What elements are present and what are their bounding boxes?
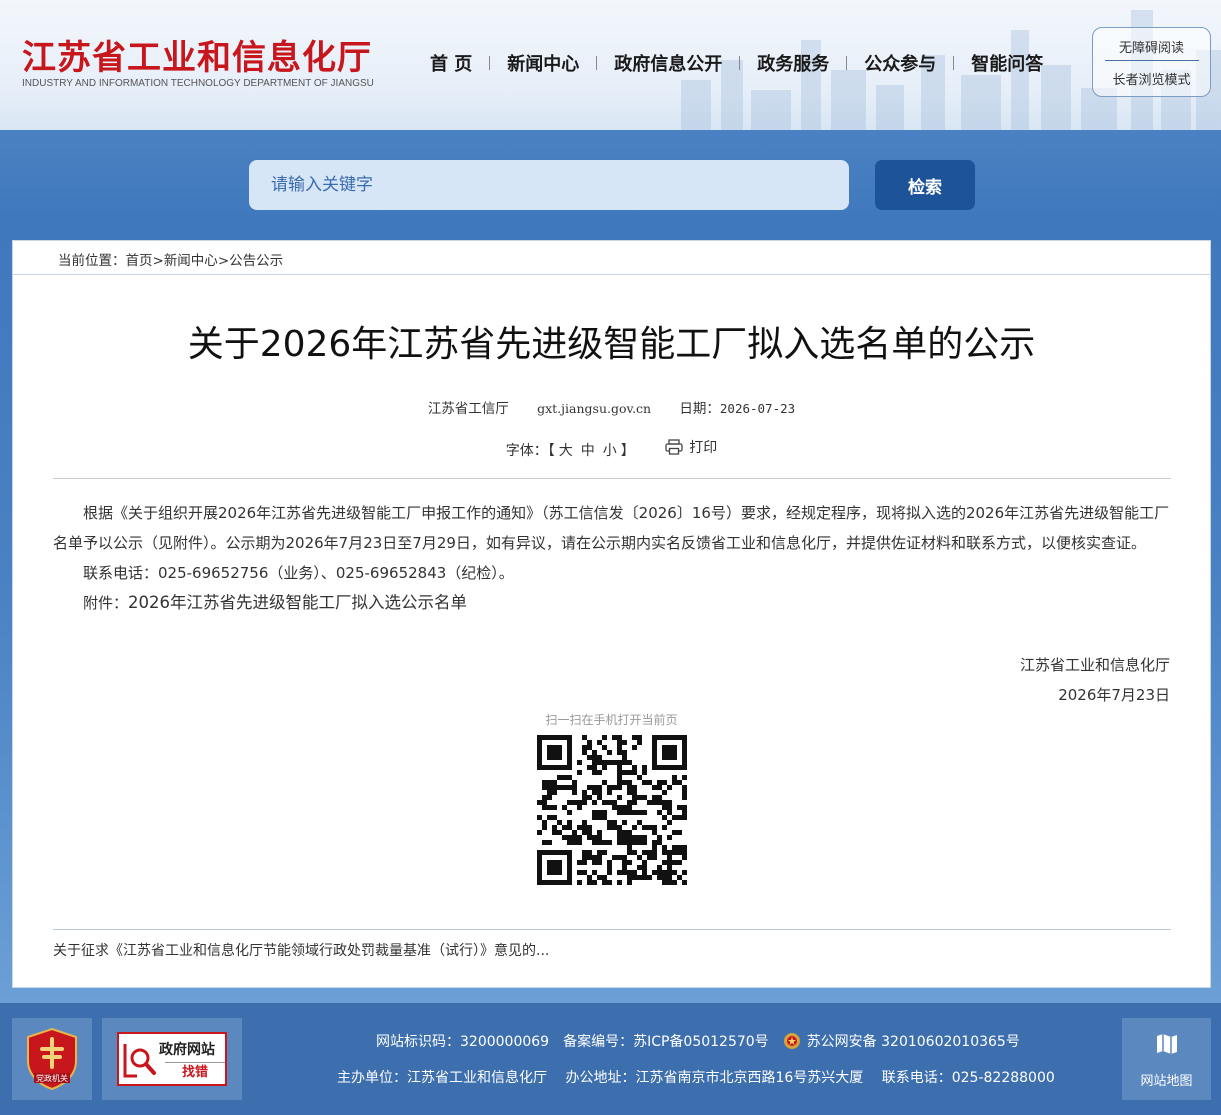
- nav-services[interactable]: 政务服务: [740, 50, 846, 76]
- breadcrumb-home[interactable]: 首页: [126, 253, 153, 269]
- site-footer: 党政机关 政府网站 找错 网站标识码：3200000069 备案编号：苏ICP备…: [0, 1003, 1221, 1115]
- signature-date: 2026年7月23日: [1058, 686, 1170, 704]
- sitemap-button[interactable]: 网站地图: [1122, 1018, 1211, 1100]
- elder-mode-button[interactable]: 长者浏览模式: [1093, 69, 1210, 88]
- article-site: gxt.jiangsu.gov.cn: [537, 401, 652, 416]
- font-size-medium[interactable]: 中: [581, 443, 595, 459]
- printer-icon: [665, 439, 683, 455]
- sitemap-label: 网站地图: [1140, 1074, 1193, 1089]
- party-gov-emblem-icon: 党政机关: [27, 1027, 77, 1091]
- breadcrumb-divider: [13, 274, 1210, 275]
- site-header: 江苏省工业和信息化厅 INDUSTRY AND INFORMATION TECH…: [0, 0, 1221, 130]
- article-source: 江苏省工信厅: [427, 401, 509, 417]
- police-badge-icon: [783, 1033, 800, 1049]
- accessibility-box: 无障碍阅读 长者浏览模式: [1092, 27, 1211, 97]
- related-article-link[interactable]: 关于征求《江苏省工业和信息化厅节能领域行政处罚裁量基准（试行）》意见的...: [53, 940, 549, 960]
- article-meta: 江苏省工信厅 gxt.jiangsu.gov.cn 日期：2026-07-23: [13, 397, 1210, 417]
- site-logo-title[interactable]: 江苏省工业和信息化厅: [22, 30, 372, 79]
- find-error-button[interactable]: 政府网站 找错: [117, 1032, 227, 1086]
- accessibility-divider: [1105, 60, 1199, 61]
- qr-caption: 扫一扫在手机打开当前页: [545, 713, 678, 727]
- site-id: 网站标识码：3200000069: [376, 1034, 550, 1050]
- signature-org: 江苏省工业和信息化厅: [1019, 656, 1170, 674]
- article-tools: 字体：【大中小】 打印: [13, 437, 1210, 460]
- font-size-label: 字体：【: [505, 443, 555, 459]
- print-button[interactable]: 打印: [665, 437, 717, 457]
- attachment-link[interactable]: 2026年江苏省先进级智能工厂拟入选公示名单: [128, 593, 467, 612]
- icp-record[interactable]: 备案编号：苏ICP备05012570号: [563, 1031, 769, 1051]
- related-divider: [53, 929, 1171, 930]
- nav-gov-info[interactable]: 政府信息公开: [597, 50, 739, 76]
- attachment-line: 附件：2026年江苏省先进级智能工厂拟入选公示名单: [53, 588, 1173, 618]
- find-error-badge[interactable]: 政府网站 找错: [102, 1018, 242, 1100]
- article-body: 根据《关于组织开展2026年江苏省先进级智能工厂申报工作的通知》（苏工信信发〔2…: [53, 498, 1173, 618]
- article-paragraph: 根据《关于组织开展2026年江苏省先进级智能工厂申报工作的通知》（苏工信信发〔2…: [53, 504, 1170, 552]
- svg-text:党政机关: 党政机关: [36, 1073, 68, 1083]
- find-error-title: 政府网站: [159, 1042, 215, 1058]
- print-label: 打印: [689, 440, 718, 456]
- footer-host: 主办单位：江苏省工业和信息化厅: [337, 1070, 547, 1086]
- police-record[interactable]: 苏公网安备 32010602010365号: [807, 1031, 1020, 1051]
- breadcrumb-prefix: 当前位置：: [58, 253, 126, 269]
- breadcrumb-notices[interactable]: 公告公示: [229, 253, 283, 269]
- search-input[interactable]: [249, 160, 849, 210]
- nav-smart-qa[interactable]: 智能问答: [954, 50, 1060, 76]
- main-nav: 首 页 新闻中心 政府信息公开 政务服务 公众参与 智能问答: [413, 50, 1060, 76]
- article-panel: 当前位置：首页>新闻中心>公告公示 关于2026年江苏省先进级智能工厂拟入选名单…: [12, 240, 1211, 988]
- footer-info-line: 主办单位：江苏省工业和信息化厅 办公地址：江苏省南京市北京西路16号苏兴大厦 联…: [337, 1067, 1069, 1087]
- site-logo-subtitle: INDUSTRY AND INFORMATION TECHNOLOGY DEPA…: [22, 78, 374, 89]
- article-title: 关于2026年江苏省先进级智能工厂拟入选名单的公示: [187, 324, 1036, 365]
- accessible-reading-button[interactable]: 无障碍阅读: [1093, 37, 1210, 56]
- article-signature: 江苏省工业和信息化厅 2026年7月23日: [1020, 650, 1170, 710]
- nav-participation[interactable]: 公众参与: [847, 50, 953, 76]
- font-size-small[interactable]: 小: [603, 443, 617, 459]
- nav-home[interactable]: 首 页: [413, 50, 489, 76]
- font-size-large[interactable]: 大: [559, 443, 573, 459]
- article-date: 2026-07-23: [719, 401, 796, 416]
- breadcrumb-sep: >: [152, 253, 164, 269]
- footer-address: 办公地址：江苏省南京市北京西路16号苏兴大厦: [565, 1070, 864, 1086]
- font-size-close: 】: [620, 443, 635, 459]
- nav-news[interactable]: 新闻中心: [490, 50, 596, 76]
- find-error-sub: 找错: [165, 1062, 225, 1082]
- magnifier-icon: [123, 1044, 156, 1078]
- article-divider: [53, 478, 1171, 479]
- breadcrumb: 当前位置：首页>新闻中心>公告公示: [58, 249, 283, 269]
- attachment-label: 附件：: [83, 594, 129, 612]
- search-button[interactable]: 检索: [875, 160, 975, 210]
- article-paragraph-contact: 联系电话：025-69652756（业务）、025-69652843（纪检）。: [83, 564, 514, 582]
- party-gov-badge[interactable]: 党政机关: [12, 1018, 92, 1100]
- breadcrumb-news[interactable]: 新闻中心: [164, 253, 218, 269]
- footer-registration-line: 网站标识码：3200000069 备案编号：苏ICP备05012570号 苏公网…: [376, 1031, 1034, 1051]
- date-label: 日期：: [679, 401, 720, 417]
- map-icon: [1157, 1034, 1177, 1054]
- breadcrumb-sep: >: [217, 253, 230, 269]
- footer-phone: 联系电话：025-82288000: [881, 1070, 1055, 1086]
- qr-code: [537, 735, 687, 885]
